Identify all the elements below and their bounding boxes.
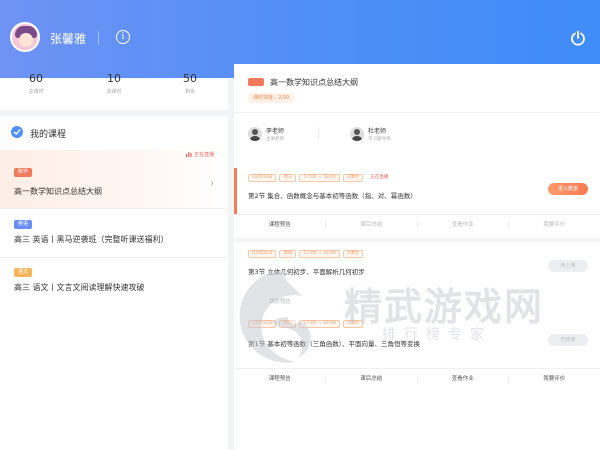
lesson-title: 第2节 集合、函数概念与基本初等函数（指、对、幂函数） — [248, 192, 417, 200]
lesson-title: 第3节 立体几何初步、平面解析几何初步 — [248, 268, 365, 276]
lesson-actions: 课程预告 课后总结 查看作业 我要评价 — [234, 214, 600, 234]
lesson-time: 17:00 ~ 18:00 — [299, 250, 341, 258]
header-divider — [98, 31, 99, 45]
lesson-hours: 2课时 — [343, 174, 363, 182]
course-name: 高三 语文丨文言文阅读理解快速攻破 — [14, 283, 145, 292]
power-icon[interactable] — [570, 30, 586, 46]
lesson-date: 03月03日 — [248, 174, 277, 182]
teacher-name: 杜老师 — [368, 128, 387, 135]
pending-button[interactable]: 待上课 — [548, 260, 588, 272]
chevron-right-icon: › — [210, 178, 214, 189]
divider — [0, 257, 228, 258]
stat-total: 60 总课时 — [6, 72, 66, 95]
avatar-face — [19, 33, 33, 47]
stat-value: 50 — [183, 72, 197, 85]
stat-used: 10 总课时 — [84, 72, 144, 95]
homework-button[interactable]: 查看作业 — [417, 369, 509, 389]
lesson-title: 第1节 基本初等函数（三角函数）、平面向量、三角恒等变换 — [248, 340, 420, 348]
enter-classroom-button[interactable]: 进入教室 — [548, 183, 588, 195]
lesson-actions: 课程预告 课后总结 查看作业 我要评价 — [234, 368, 600, 388]
preview-button[interactable]: 课程预告 — [234, 215, 326, 235]
course-item-math[interactable]: 数学 正在直播 高一数学知识点总结大纲 › — [0, 150, 228, 208]
summary-button[interactable]: 课后总结 — [326, 369, 418, 389]
lesson-time: 17:00 ~ 18:00 — [299, 174, 341, 182]
review-button[interactable]: 我要评价 — [509, 215, 600, 235]
lesson-time: 17:00 ~ 18:00 — [299, 320, 341, 328]
preview-button[interactable]: 课程预告 — [234, 369, 326, 389]
username: 张馨雅 — [50, 32, 87, 46]
stat-label: 总课时 — [28, 89, 44, 95]
lesson-card-current: 03月03日 周三 17:00 ~ 18:00 2课时 正在直播 第2节 集合、函数概… — [234, 168, 600, 238]
homework-button[interactable]: 查看作业 — [417, 215, 509, 235]
subject-tag: 语文 — [14, 268, 33, 277]
summary-button[interactable]: 课后总结 — [326, 215, 418, 235]
divider — [234, 112, 600, 113]
teacher-avatar — [350, 127, 364, 141]
stat-label: 总课时 — [106, 89, 122, 95]
lesson-list: 03月04日 周四 17:00 ~ 18:00 2课时 第3节 立体几何初步、平面解析… — [234, 242, 600, 450]
ended-button[interactable]: 已结束 — [548, 334, 588, 346]
course-flag — [248, 78, 264, 86]
course-name: 高一数学知识点总结大纲 — [14, 187, 102, 196]
lesson-date: 03月04日 — [248, 250, 277, 258]
teacher-role: 主讲老师 — [266, 137, 284, 142]
divider — [0, 208, 228, 209]
live-bars-icon — [186, 152, 192, 157]
divider — [318, 127, 319, 141]
lesson-hours: 2课时 — [343, 250, 363, 258]
lesson-meta: 03月04日 周四 17:00 ~ 18:00 2课时 — [248, 250, 366, 258]
current-lesson-accent — [234, 168, 237, 214]
progress-tag: 课时进度：2/30 — [248, 93, 295, 103]
stat-remaining: 50 剩余 — [160, 72, 220, 95]
my-courses-title: 我的课程 — [30, 130, 67, 140]
course-list-icon — [11, 126, 23, 138]
live-label: 正在直播 — [194, 152, 215, 158]
stat-value: 10 — [107, 72, 121, 85]
course-item-chinese[interactable]: 语文 高三 语文丨文言文阅读理解快速攻破 — [0, 262, 228, 302]
subject-tag: 数学 — [14, 168, 33, 177]
stat-value: 60 — [29, 72, 43, 85]
live-label: 正在直播 — [370, 175, 389, 180]
lesson-weekday: 周四 — [279, 250, 297, 258]
preview-button[interactable]: 课程预告 — [234, 292, 326, 312]
course-item-english[interactable]: 英语 高三 英语丨黑马逆袭班（完整听课送福利） — [0, 212, 228, 256]
subject-tag: 英语 — [14, 220, 33, 229]
teacher-avatar — [248, 127, 262, 141]
lesson-weekday: 周三 — [279, 174, 297, 182]
course-name: 高三 英语丨黑马逆袭班（完整听课送福利） — [14, 235, 169, 244]
lesson-weekday: 周四 — [279, 320, 297, 328]
review-button[interactable]: 我要评价 — [509, 369, 600, 389]
lesson-meta: 03月03日 周三 17:00 ~ 18:00 2课时 正在直播 — [248, 174, 388, 182]
teacher-name: 李老师 — [266, 128, 285, 135]
lesson-date: 03月02日 — [248, 320, 277, 328]
info-icon[interactable]: i — [116, 30, 130, 44]
lesson-hours: 2课时 — [343, 320, 363, 328]
lesson-meta: 03月02日 周四 17:00 ~ 18:00 2课时 — [248, 320, 366, 328]
course-title: 高一数学知识点总结大纲 — [270, 78, 358, 87]
teacher-role: 学习督导师 — [368, 137, 391, 142]
user-avatar[interactable] — [10, 22, 40, 52]
stat-label: 剩余 — [184, 89, 195, 95]
section-gap — [0, 110, 228, 116]
